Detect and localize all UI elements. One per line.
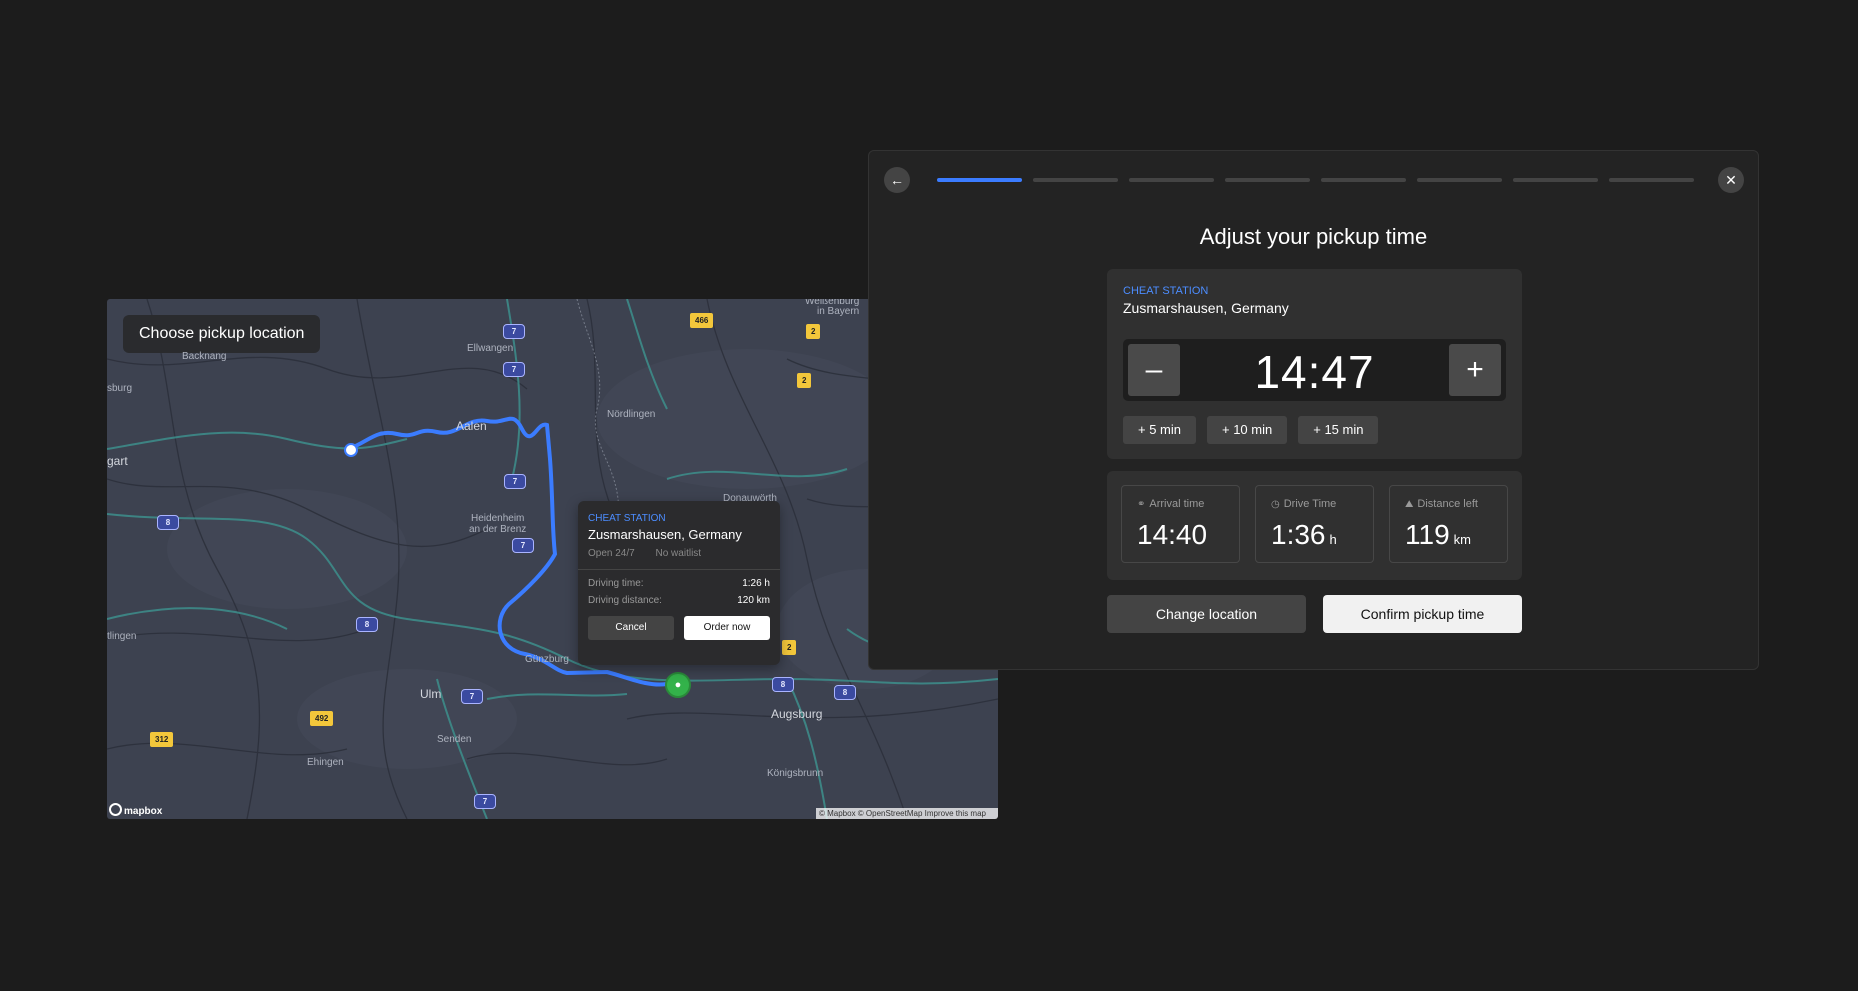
place-label: Aalen xyxy=(456,419,487,433)
map-title: Choose pickup location xyxy=(123,315,321,353)
route-shield: 7 xyxy=(512,538,534,553)
add-15-min-button[interactable]: + 15 min xyxy=(1298,416,1379,444)
car-icon: ⚭ xyxy=(1137,499,1146,510)
step-progress xyxy=(937,178,1694,182)
route-shield: 7 xyxy=(474,794,496,809)
dialog-title: Adjust your pickup time xyxy=(1199,224,1428,249)
driving-time-label: Driving time: xyxy=(588,578,644,589)
add-10-min-button[interactable]: + 10 min xyxy=(1207,416,1288,444)
plus-icon: + xyxy=(1466,353,1484,386)
place-label: Augsburg xyxy=(771,707,823,721)
map-terrain xyxy=(107,299,998,819)
popup-station-location: Zusmarshausen, Germany xyxy=(588,527,742,542)
place-label: sburg xyxy=(107,383,133,394)
popup-station-label: CHEAT STATION xyxy=(588,513,666,524)
stat-drive-time: ◷ Drive Time 1:36 h xyxy=(1255,485,1374,563)
driving-distance-label: Driving distance: xyxy=(588,595,662,606)
route-shield: 7 xyxy=(504,474,526,489)
route-shield: 2 xyxy=(797,373,812,388)
place-label: Ellwangen xyxy=(467,343,514,354)
place-label: Heidenheim xyxy=(471,513,525,524)
pickup-time-dialog: ← ✕ Adjust your pickup time CHEAT STATIO… xyxy=(868,150,1759,670)
add-5-min-button[interactable]: + 5 min xyxy=(1123,416,1196,444)
route-shield: 7 xyxy=(503,362,525,377)
car-front-icon: ⛰ xyxy=(1405,499,1414,510)
route-shield: 312 xyxy=(150,732,174,747)
route-shield: 466 xyxy=(690,313,714,328)
stat-label: Drive Time xyxy=(1283,498,1337,510)
progress-segment xyxy=(1513,178,1598,182)
change-location-button[interactable]: Change location xyxy=(1107,595,1306,633)
stat-label: Distance left xyxy=(1417,498,1478,510)
trip-stats-card: ⚭ Arrival time 14:40 ◷ Drive Time 1:36 h ⛰ D… xyxy=(1107,471,1522,580)
stat-label: Arrival time xyxy=(1149,498,1205,510)
route-shield: 7 xyxy=(461,689,483,704)
mapbox-logo-text: mapbox xyxy=(124,806,163,817)
place-label: Königsbrunn xyxy=(767,768,824,779)
increase-time-button[interactable]: + xyxy=(1449,344,1501,396)
place-label: an der Brenz xyxy=(469,524,527,535)
progress-segment xyxy=(1129,178,1214,182)
route-shield: 492 xyxy=(310,711,334,726)
confirm-pickup-time-button[interactable]: Confirm pickup time xyxy=(1323,595,1522,633)
mapbox-logo: mapbox xyxy=(109,803,162,817)
route-shield: 8 xyxy=(834,685,856,700)
progress-segment xyxy=(937,178,1022,182)
popup-divider xyxy=(578,569,780,570)
place-label: Nördlingen xyxy=(607,409,656,420)
route-shield: 2 xyxy=(806,324,821,339)
place-label: Backnang xyxy=(182,351,227,362)
arrow-left-icon: ← xyxy=(890,172,904,188)
station-location: Zusmarshausen, Germany xyxy=(1123,300,1289,316)
station-pin-icon[interactable]: ● xyxy=(665,672,691,698)
place-label: tlingen xyxy=(107,631,137,642)
station-popup: CHEAT STATION Zusmarshausen, Germany Ope… xyxy=(578,501,780,665)
quick-add-row: + 5 min + 10 min + 15 min xyxy=(1123,416,1379,444)
popup-tags: Open 24/7 No waitlist xyxy=(588,548,770,559)
driving-distance-value: 120 km xyxy=(737,595,770,606)
progress-segment xyxy=(1417,178,1502,182)
close-icon: ✕ xyxy=(1725,172,1737,188)
place-label: Senden xyxy=(437,734,472,745)
map-view[interactable]: Choose pickup location Ellwangen Aalen N… xyxy=(107,299,998,819)
progress-segment xyxy=(1033,178,1118,182)
stat-value: 1:36 xyxy=(1271,519,1326,550)
popup-tag: Open 24/7 xyxy=(588,548,635,559)
route-shield: 7 xyxy=(503,324,525,339)
progress-segment xyxy=(1225,178,1310,182)
popup-driving-distance: Driving distance: 120 km xyxy=(588,595,770,606)
start-location-marker[interactable] xyxy=(344,443,358,457)
station-label: CHEAT STATION xyxy=(1123,285,1209,297)
place-label: Ulm xyxy=(420,687,442,701)
route-shield: 8 xyxy=(772,677,794,692)
stat-unit: km xyxy=(1453,532,1471,547)
time-card: CHEAT STATION Zusmarshausen, Germany – 1… xyxy=(1107,269,1522,459)
stat-arrival-time: ⚭ Arrival time 14:40 xyxy=(1121,485,1240,563)
progress-segment xyxy=(1321,178,1406,182)
place-label: in Bayern xyxy=(817,306,860,317)
route-shield: 8 xyxy=(157,515,179,530)
time-stepper: – 14:47 + xyxy=(1123,339,1506,401)
popup-driving-time: Driving time: 1:26 h xyxy=(588,578,770,589)
clock-icon: ◷ xyxy=(1271,499,1280,510)
stat-unit: h xyxy=(1329,532,1337,547)
route-shield: 8 xyxy=(356,617,378,632)
place-label: gart xyxy=(107,454,128,468)
popup-cancel-button[interactable]: Cancel xyxy=(588,616,674,640)
stat-value: 14:40 xyxy=(1137,519,1208,550)
stat-distance-left: ⛰ Distance left 119 km xyxy=(1389,485,1508,563)
map-attribution[interactable]: © Mapbox © OpenStreetMap Improve this ma… xyxy=(816,808,998,819)
place-label: Ehingen xyxy=(307,757,344,768)
place-label: Günzburg xyxy=(525,654,569,665)
route-shield: 2 xyxy=(782,640,797,655)
popup-tag: No waitlist xyxy=(655,548,702,559)
close-button[interactable]: ✕ xyxy=(1718,167,1744,193)
stat-value: 119 xyxy=(1405,519,1450,550)
driving-time-value: 1:26 h xyxy=(742,578,770,589)
back-button[interactable]: ← xyxy=(884,167,910,193)
popup-order-button[interactable]: Order now xyxy=(684,616,770,640)
progress-segment xyxy=(1609,178,1694,182)
